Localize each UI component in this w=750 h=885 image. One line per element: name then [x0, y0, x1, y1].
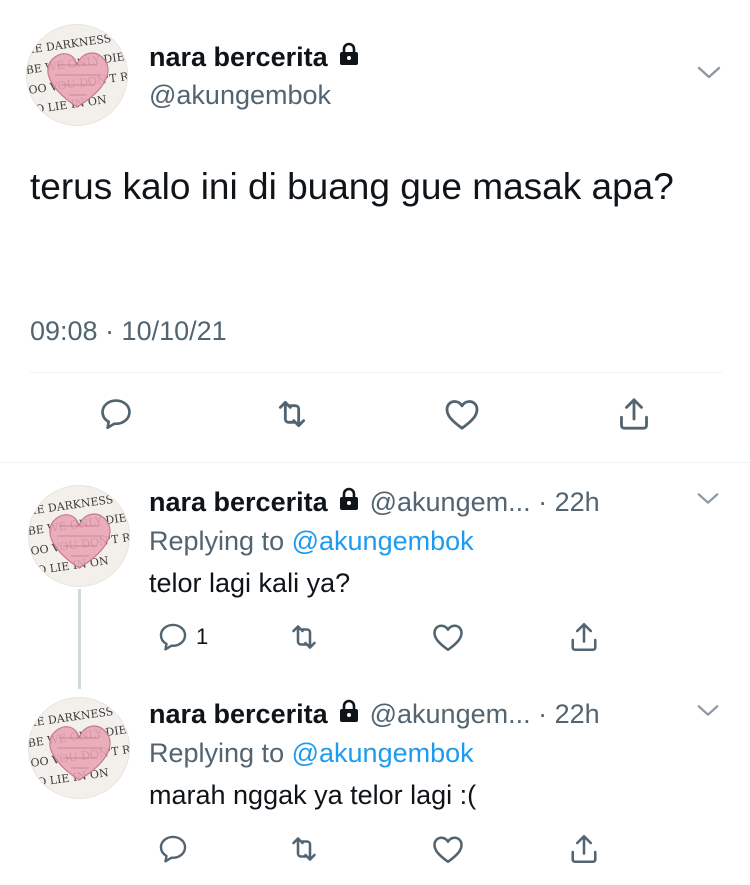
like-icon: [433, 836, 463, 864]
share-button[interactable]: [566, 831, 602, 867]
tweet-timestamp[interactable]: 09:08 · 10/10/21: [30, 314, 227, 348]
replying-to-link[interactable]: @akungembok: [292, 738, 474, 768]
avatar[interactable]: [28, 485, 130, 587]
share-icon: [571, 622, 597, 652]
display-name[interactable]: nara bercerita: [149, 485, 328, 519]
reply-tweet[interactable]: nara bercerita @akungem... · 22h Replyin…: [0, 467, 750, 679]
share-button[interactable]: [566, 619, 602, 655]
avatar[interactable]: [26, 24, 128, 126]
handle-time[interactable]: @akungem... · 22h: [370, 485, 600, 519]
reply-button[interactable]: [156, 831, 190, 867]
divider: [0, 462, 750, 463]
retweet-button[interactable]: [270, 392, 314, 436]
divider: [30, 372, 722, 373]
like-button[interactable]: [440, 392, 484, 436]
replying-prefix: Replying to: [149, 738, 285, 768]
reply-icon: [159, 623, 187, 651]
reply-tweet[interactable]: nara bercerita @akungem... · 22h Replyin…: [0, 679, 750, 885]
like-icon: [433, 624, 463, 652]
reply-icon: [159, 835, 187, 863]
display-name[interactable]: nara bercerita: [149, 40, 328, 74]
retweet-icon: [292, 625, 316, 649]
handle[interactable]: @akungembok: [149, 78, 331, 112]
replying-to-link[interactable]: @akungembok: [292, 526, 474, 556]
reply-count: 1: [196, 624, 209, 649]
share-icon: [571, 834, 597, 864]
tweet-author[interactable]: nara bercerita: [149, 40, 360, 74]
chevron-down-icon[interactable]: [695, 697, 721, 723]
tweet-text: telor lagi kali ya?: [149, 568, 351, 598]
replying-to: Replying to @akungembok: [149, 524, 474, 558]
share-button[interactable]: [612, 392, 656, 436]
tweet-header: nara bercerita @akungem... · 22h: [149, 697, 600, 731]
chevron-down-icon[interactable]: [695, 485, 721, 511]
like-icon: [445, 400, 479, 430]
like-button[interactable]: [430, 619, 466, 655]
reply-button[interactable]: 1: [156, 619, 208, 655]
tweet-text: terus kalo ini di buang gue masak apa?: [30, 166, 674, 207]
handle-time[interactable]: @akungem... · 22h: [370, 697, 600, 731]
like-button[interactable]: [430, 831, 466, 867]
avatar[interactable]: [28, 697, 130, 799]
replying-prefix: Replying to: [149, 526, 285, 556]
retweet-button[interactable]: [286, 619, 322, 655]
tweet-header: nara bercerita @akungem... · 22h: [149, 485, 600, 519]
reply-button[interactable]: [94, 392, 138, 436]
share-icon: [620, 398, 648, 430]
replying-to: Replying to @akungembok: [149, 736, 474, 770]
retweet-button[interactable]: [286, 831, 322, 867]
lock-icon: [338, 40, 360, 74]
tweet-text: marah nggak ya telor lagi :(: [149, 780, 477, 810]
reply-icon: [101, 399, 131, 430]
lock-icon: [338, 697, 360, 731]
retweet-icon: [292, 837, 316, 861]
chevron-down-icon[interactable]: [695, 58, 723, 86]
lock-icon: [338, 485, 360, 519]
retweet-icon: [278, 400, 306, 428]
display-name[interactable]: nara bercerita: [149, 697, 328, 731]
